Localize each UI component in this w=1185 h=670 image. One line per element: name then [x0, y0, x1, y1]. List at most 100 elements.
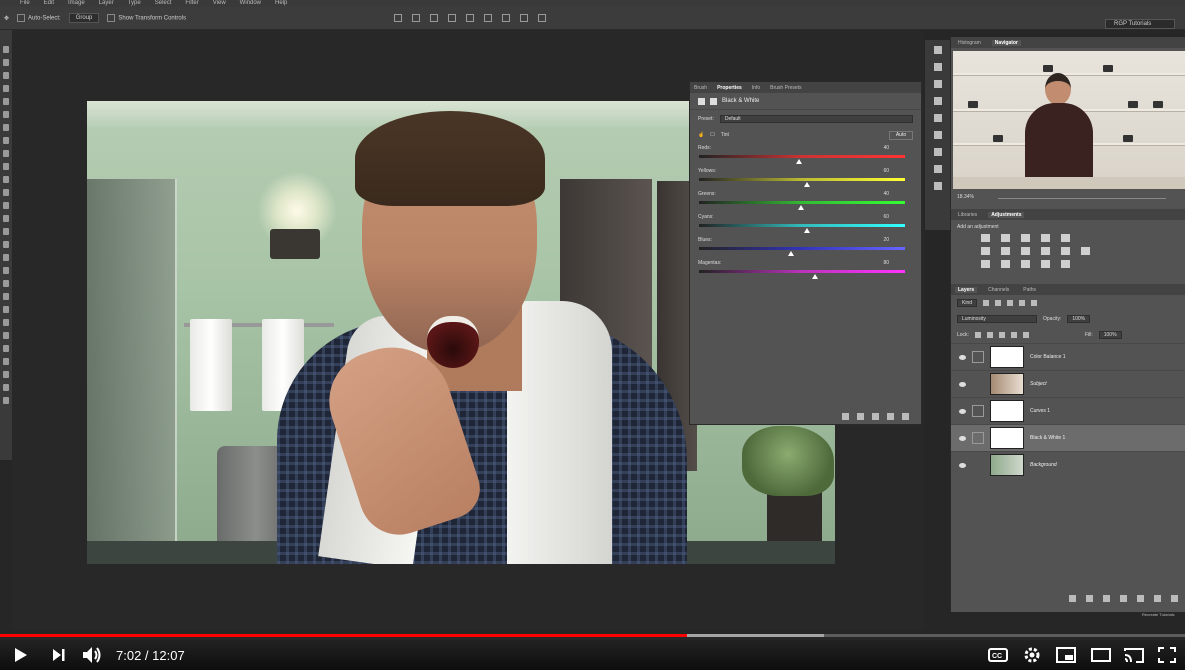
slider-value: 80	[883, 260, 889, 266]
adjustment-icon	[972, 405, 984, 417]
slider-row: Yellows: 60	[690, 165, 921, 188]
color-sliders: Reds: 40 Yellows: 60 Greens: 40 Cyans: 60 Blues:…	[690, 142, 921, 280]
paths-icon	[933, 97, 942, 105]
adjustment-icon	[972, 351, 984, 363]
slider-label: Magentas:	[698, 260, 722, 266]
right-panels: Histogram Navigator 18.34% Libraries Adj…	[950, 37, 1185, 612]
time-display: 7:02 / 12:07	[116, 648, 185, 663]
menu-item: Edit	[43, 0, 55, 6]
eye-icon	[959, 435, 966, 441]
properties-panel: Brush Properties Info Brush Presets Blac…	[689, 81, 922, 425]
menu-bar: File Edit Image Layer Type Select Filter View Wi…	[0, 0, 1185, 7]
character-icon	[933, 165, 942, 173]
played-bar	[0, 634, 688, 637]
adjustment-icons	[951, 234, 1185, 268]
slider-track	[699, 247, 905, 250]
workspace-dropdown: RGP Tutorials	[1105, 19, 1175, 29]
fullscreen-button[interactable]	[1157, 646, 1177, 664]
slider-label: Reds:	[698, 145, 712, 151]
auto-select-checkbox: Auto-Select:	[17, 14, 61, 22]
navigator-preview	[953, 51, 1185, 189]
group-dropdown: Group	[68, 13, 100, 23]
options-bar: ✥ Auto-Select: Group Show Transform Cont…	[0, 7, 1185, 30]
next-button[interactable]	[50, 646, 68, 664]
visibility-icon	[887, 413, 894, 420]
menu-item: Select	[154, 0, 172, 6]
layer-thumbnail	[990, 400, 1024, 422]
clone-source-icon	[933, 148, 942, 156]
zoom-value: 18.34%	[957, 194, 974, 200]
fullscreen-icon	[1158, 647, 1176, 663]
slider-track	[699, 224, 905, 227]
video-frame[interactable]: File Edit Image Layer Type Select Filter View Wi…	[0, 0, 1185, 670]
slider-thumb	[787, 251, 794, 256]
theater-icon	[1091, 648, 1111, 662]
slider-row: Greens: 40	[690, 188, 921, 211]
layer-name: Color Balance 1	[1030, 354, 1066, 360]
menu-item: Image	[68, 0, 85, 6]
tool-presets-icon	[933, 80, 942, 88]
theater-mode-button[interactable]	[1090, 646, 1112, 664]
history-icon	[933, 46, 942, 54]
tab-paths: Paths	[1023, 286, 1037, 293]
volume-icon	[83, 647, 101, 663]
svg-text:CC: CC	[992, 653, 1002, 660]
layers-footer	[1069, 595, 1178, 602]
tools-panel	[0, 30, 12, 460]
blend-mode-dropdown: Luminosity	[957, 315, 1037, 323]
collapsed-panels-strip	[925, 40, 950, 230]
slider-label: Blues:	[698, 237, 712, 243]
menu-item: Window	[239, 0, 262, 6]
view-previous-icon	[857, 413, 864, 420]
menu-item: Layer	[98, 0, 114, 6]
menu-item: File	[20, 0, 30, 6]
layer-name: Curves 1	[1030, 408, 1051, 414]
tab-adjustments: Adjustments	[988, 211, 1025, 218]
adjustment-icon	[972, 432, 984, 444]
auto-button: Auto	[889, 130, 913, 140]
mask-icon	[710, 97, 717, 105]
slider-row: Magentas: 80	[690, 257, 921, 280]
settings-button[interactable]: HD	[1022, 646, 1042, 664]
clip-icon	[842, 413, 849, 420]
layer-row: Curves 1	[951, 397, 1185, 424]
tab-properties: Properties	[717, 84, 742, 91]
miniplayer-icon	[1056, 647, 1076, 663]
preset-label: Preset:	[698, 116, 714, 122]
slider-thumb	[804, 228, 811, 233]
slider-label: Greens:	[698, 191, 716, 197]
properties-tabs: Brush Properties Info Brush Presets	[690, 82, 921, 93]
layer-row: Black & White 1	[951, 424, 1185, 451]
fill-label: Fill:	[1084, 332, 1093, 338]
subtitles-button[interactable]: CC	[988, 646, 1008, 664]
tab-brush: Brush	[694, 84, 708, 91]
adjustment-layer-icon	[698, 97, 705, 105]
slider-track	[699, 270, 905, 273]
layer-thumbnail	[990, 346, 1024, 368]
slider-label: Yellows:	[698, 168, 717, 174]
cast-button[interactable]	[1123, 646, 1145, 664]
tint-checkbox: ☐	[710, 132, 715, 138]
eye-icon	[959, 408, 966, 414]
slider-track	[699, 201, 905, 204]
slider-track	[699, 178, 905, 181]
properties-title: Black & White	[722, 98, 760, 104]
cast-icon	[1124, 648, 1144, 663]
delete-icon	[902, 413, 909, 420]
slider-thumb	[797, 205, 804, 210]
paragraph-icon	[933, 182, 942, 190]
layer-thumbnail	[990, 454, 1024, 476]
play-button[interactable]	[12, 646, 30, 664]
progress-bar[interactable]	[0, 634, 1185, 637]
link-icon	[1069, 595, 1076, 602]
cc-icon: CC	[988, 648, 1008, 662]
slider-row: Cyans: 60	[690, 211, 921, 234]
layer-list: Color Balance 1 Subject Curves 1 Black & Wh…	[951, 343, 1185, 478]
tab-info: Info	[751, 84, 761, 91]
menu-item: Filter	[185, 0, 199, 6]
align-icons	[394, 14, 547, 22]
volume-button[interactable]	[82, 646, 102, 664]
lock-label: Lock:	[957, 332, 969, 338]
eye-icon	[959, 462, 966, 468]
miniplayer-button[interactable]	[1055, 646, 1077, 664]
